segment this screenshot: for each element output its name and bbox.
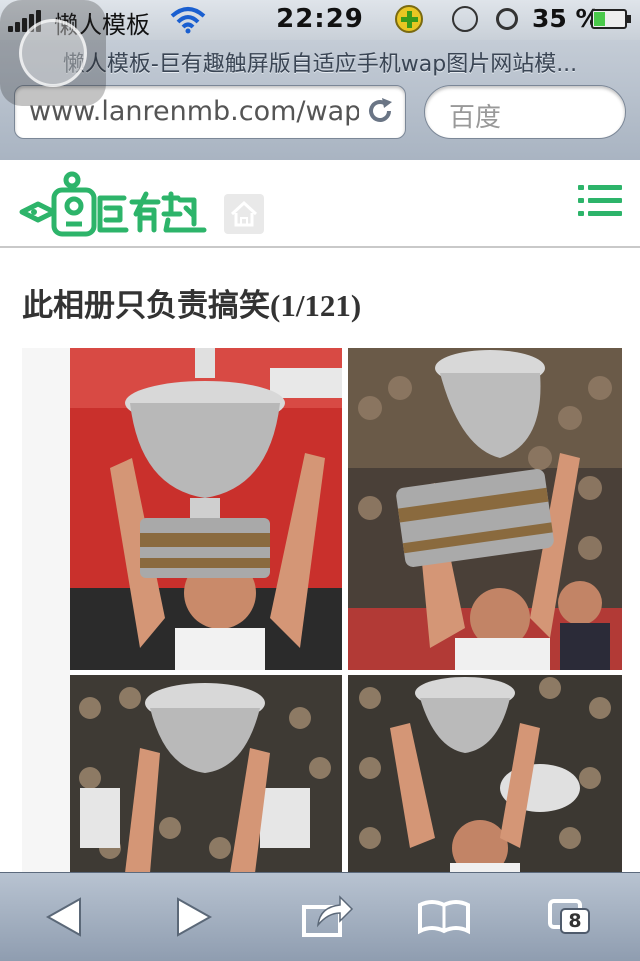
bookmarks-icon[interactable] [404,873,484,961]
photo-panel-bottom-left [70,675,342,873]
hamburger-menu-icon[interactable] [578,184,622,218]
photo-panel-bottom-right [348,675,622,873]
album-title-text: 此相册只负责搞笑 [22,288,270,324]
alarm-icon [496,8,518,30]
site-header [0,160,640,248]
photo-panel-top-left [70,348,342,670]
tab-count-badge[interactable]: 8 [560,908,590,934]
forward-arrow-icon[interactable] [152,873,232,961]
site-logo[interactable] [18,168,208,238]
back-arrow-icon[interactable] [24,873,104,961]
photo-left-margin [22,348,70,873]
search-placeholder: 百度 [449,103,502,133]
home-icon[interactable] [224,194,264,234]
battery-icon [591,9,631,29]
assistive-touch-button[interactable] [0,0,106,106]
share-icon[interactable] [284,873,364,961]
search-input[interactable]: 百度 [424,85,626,139]
reload-icon[interactable] [365,96,395,126]
album-photo[interactable] [70,348,622,873]
app-plus-icon [395,5,423,33]
album-photo-counter: (1/121) [270,288,362,323]
rotation-lock-icon [452,6,478,32]
browser-toolbar [0,872,640,961]
album-title: 此相册只负责搞笑(1/121) [22,280,361,325]
photo-panel-top-right [348,348,622,670]
